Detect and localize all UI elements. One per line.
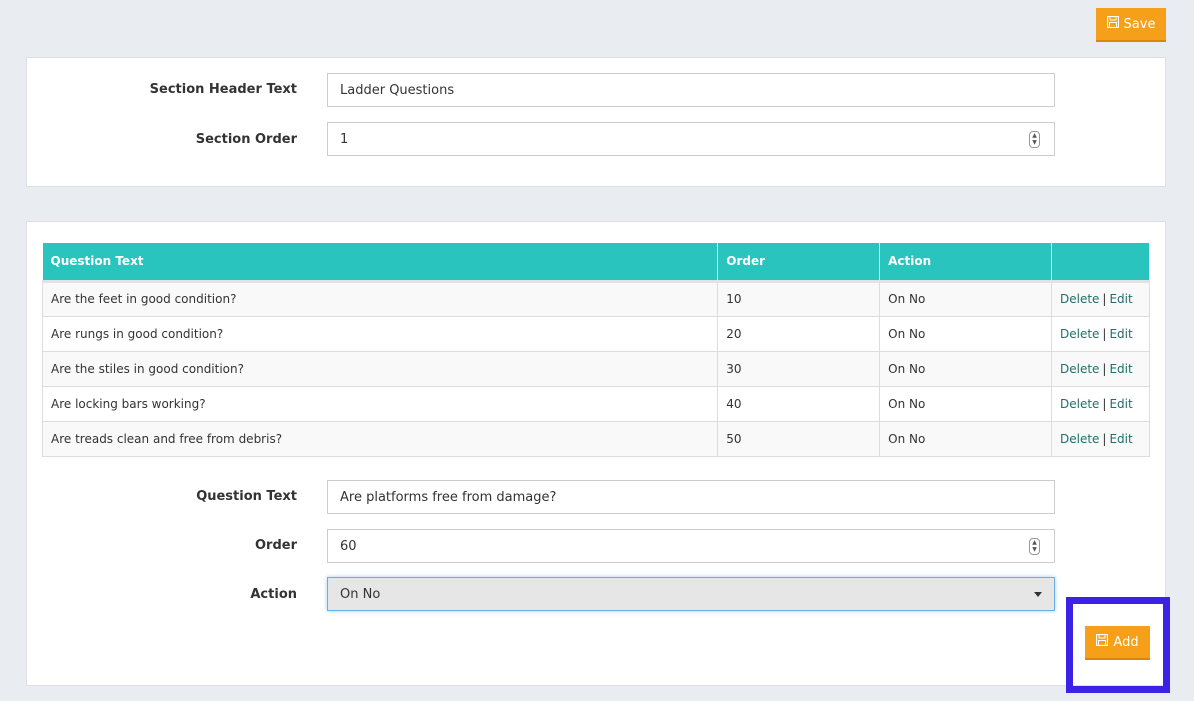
- action-cell: On No: [879, 385, 1052, 422]
- edit-link[interactable]: Edit: [1109, 397, 1132, 411]
- questions-table: Question Text Order Action Are the feet …: [41, 243, 1151, 457]
- table-row: Are the stiles in good condition? 30 On …: [41, 350, 1151, 387]
- column-header-action: Action: [879, 243, 1052, 283]
- question-text-cell: Are locking bars working?: [41, 385, 719, 422]
- delete-link[interactable]: Delete: [1060, 397, 1099, 411]
- edit-link[interactable]: Edit: [1109, 327, 1132, 341]
- edit-link[interactable]: Edit: [1109, 432, 1132, 446]
- section-order-value: 1: [340, 131, 349, 147]
- table-row: Are locking bars working? 40 On No Delet…: [41, 385, 1151, 422]
- action-cell: On No: [879, 280, 1052, 317]
- order-cell: 30: [717, 350, 881, 387]
- section-header-input[interactable]: Ladder Questions: [327, 73, 1055, 107]
- delete-link[interactable]: Delete: [1060, 432, 1099, 446]
- add-button[interactable]: Add: [1085, 626, 1150, 660]
- table-row: Are treads clean and free from debris? 5…: [41, 420, 1151, 457]
- question-text-input[interactable]: Are platforms free from damage?: [327, 480, 1055, 514]
- action-label: Action: [250, 587, 297, 602]
- question-text-cell: Are treads clean and free from debris?: [41, 420, 719, 457]
- question-text-value: Are platforms free from damage?: [340, 489, 557, 505]
- column-header-actions: [1051, 243, 1151, 283]
- table-row: Are rungs in good condition? 20 On No De…: [41, 315, 1151, 352]
- questions-panel: Question Text Order Action Are the feet …: [26, 221, 1166, 686]
- delete-link[interactable]: Delete: [1060, 362, 1099, 376]
- separator: |: [1102, 361, 1107, 376]
- section-settings-panel: Section Header Text Ladder Questions Sec…: [26, 57, 1166, 187]
- table-row: Are the feet in good condition? 10 On No…: [41, 280, 1151, 317]
- chevron-down-icon: [1034, 592, 1042, 597]
- add-label: Add: [1113, 634, 1139, 650]
- separator: |: [1102, 431, 1107, 446]
- delete-link[interactable]: Delete: [1060, 327, 1099, 341]
- section-header-label: Section Header Text: [149, 82, 297, 97]
- action-cell: On No: [879, 350, 1052, 387]
- order-cell: 50: [717, 420, 881, 457]
- row-actions-cell: Delete | Edit: [1050, 350, 1151, 387]
- save-button[interactable]: Save: [1096, 8, 1166, 42]
- floppy-disk-icon: [1106, 15, 1119, 32]
- separator: |: [1102, 292, 1107, 306]
- row-actions-cell: Delete | Edit: [1050, 420, 1151, 457]
- section-order-input[interactable]: 1 ▲ ▼: [327, 122, 1055, 156]
- order-cell: 10: [717, 280, 881, 317]
- action-select[interactable]: On No: [327, 577, 1055, 611]
- column-header-question-text: Question Text: [42, 243, 719, 283]
- action-cell: On No: [879, 420, 1052, 457]
- section-order-label: Section Order: [195, 132, 297, 147]
- action-cell: On No: [879, 315, 1052, 352]
- floppy-disk-icon: [1096, 633, 1109, 650]
- order-cell: 40: [717, 385, 881, 422]
- row-actions-cell: Delete | Edit: [1050, 385, 1151, 422]
- action-select-value: On No: [340, 586, 381, 602]
- edit-link[interactable]: Edit: [1109, 292, 1132, 306]
- question-text-cell: Are the feet in good condition?: [41, 280, 719, 317]
- delete-link[interactable]: Delete: [1060, 292, 1099, 306]
- column-header-order: Order: [717, 243, 881, 283]
- question-text-label: Question Text: [196, 489, 297, 504]
- order-cell: 20: [717, 315, 881, 352]
- order-label: Order: [255, 538, 297, 553]
- row-actions-cell: Delete | Edit: [1050, 280, 1151, 317]
- order-value: 60: [340, 538, 357, 554]
- order-input[interactable]: 60 ▲ ▼: [327, 529, 1055, 563]
- edit-link[interactable]: Edit: [1109, 362, 1132, 376]
- separator: |: [1102, 326, 1107, 341]
- row-actions-cell: Delete | Edit: [1050, 315, 1151, 352]
- separator: |: [1102, 396, 1107, 411]
- table-header-row: Question Text Order Action: [42, 243, 1151, 283]
- section-header-value: Ladder Questions: [340, 82, 455, 98]
- save-label: Save: [1123, 16, 1156, 32]
- number-spinner-icon[interactable]: ▲ ▼: [1029, 131, 1040, 148]
- question-text-cell: Are the stiles in good condition?: [41, 350, 719, 387]
- number-spinner-icon[interactable]: ▲ ▼: [1029, 538, 1040, 555]
- question-text-cell: Are rungs in good condition?: [41, 315, 719, 352]
